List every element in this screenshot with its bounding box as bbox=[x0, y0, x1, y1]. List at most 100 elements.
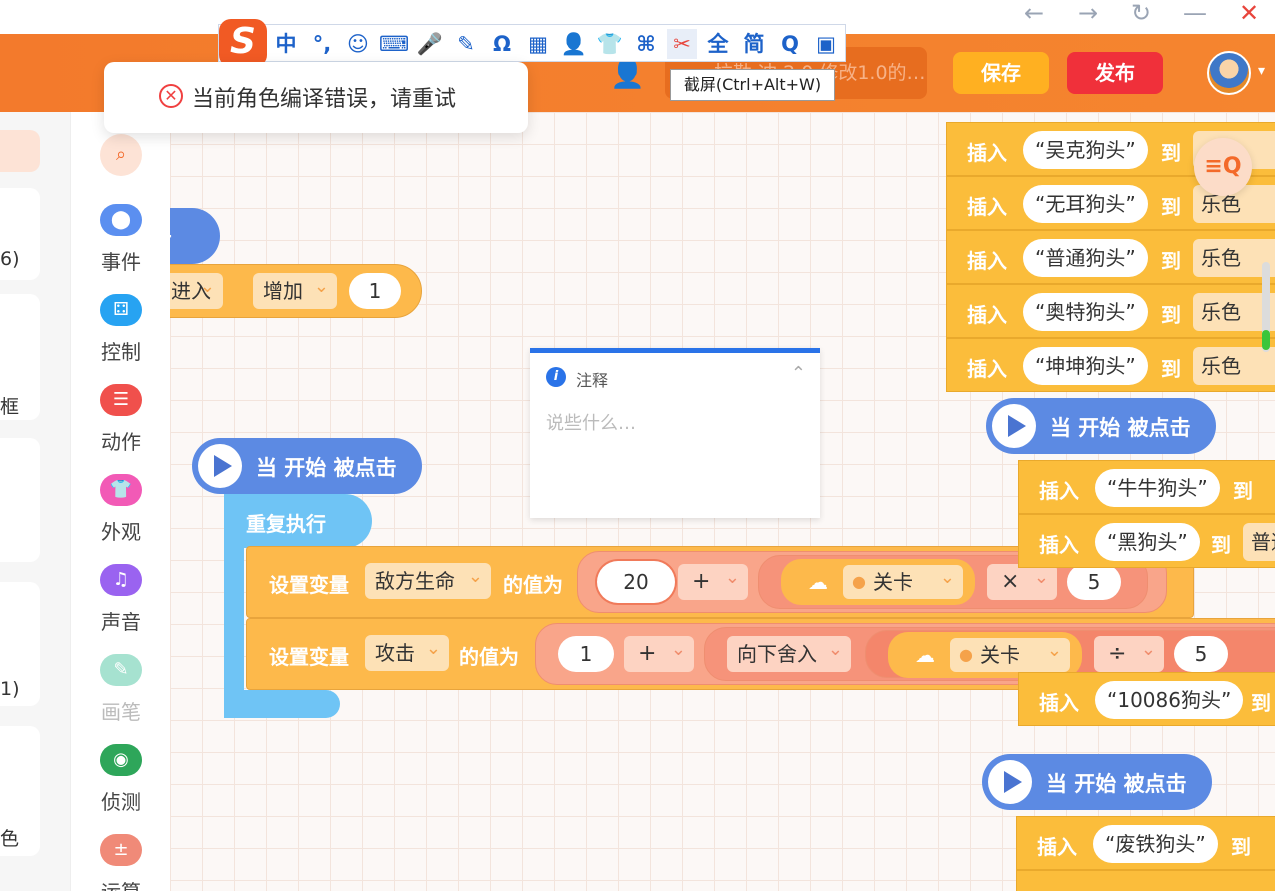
user-icon[interactable]: 👤 bbox=[559, 29, 589, 59]
change-dropdown[interactable]: 增加 bbox=[253, 269, 337, 309]
string-input[interactable]: “牛牛狗头” bbox=[1095, 469, 1220, 507]
insert-label: 插入 bbox=[967, 357, 1007, 381]
repeat-label: 重复执行 bbox=[246, 512, 326, 536]
category-motion[interactable]: ☰ 动作 bbox=[71, 384, 171, 455]
string-input[interactable]: “吴克狗头” bbox=[1023, 131, 1148, 169]
list-dropdown[interactable]: 普通 bbox=[1243, 523, 1275, 561]
number-input[interactable]: 20 bbox=[600, 564, 672, 600]
category-sound[interactable]: ♫ 声音 bbox=[71, 564, 171, 635]
number-input[interactable]: 1 bbox=[349, 273, 401, 309]
action-dropdown[interactable]: 进入 bbox=[170, 269, 223, 309]
event-hat-block[interactable]: 点击 bbox=[170, 208, 220, 264]
string-input[interactable]: “废铁狗头” bbox=[1093, 825, 1218, 863]
category-events[interactable]: ⬤ 事件 bbox=[71, 204, 171, 275]
comment-box[interactable]: i 注释 ⌃ 说些什么… bbox=[530, 348, 820, 518]
sensing-icon: ◉ bbox=[100, 744, 142, 776]
control-icon: ⚃ bbox=[100, 294, 142, 326]
category-label: 运算 bbox=[71, 876, 171, 891]
fullwidth-icon[interactable]: 全 bbox=[703, 29, 733, 59]
when-start-clicked-block[interactable]: 当 开始 被点击 bbox=[982, 754, 1212, 810]
operator-dropdown[interactable]: ÷ bbox=[1094, 632, 1164, 672]
category-pen[interactable]: ✎ 画笔 bbox=[71, 654, 171, 725]
forward-icon[interactable]: → bbox=[1070, 0, 1106, 26]
back-icon[interactable]: ← bbox=[1016, 0, 1052, 26]
insert-block[interactable]: 插入 “坤坤狗头” 到 乐色 bbox=[946, 338, 1275, 392]
more-apps-icon[interactable]: ▣ bbox=[811, 29, 841, 59]
string-input[interactable]: “奥特狗头” bbox=[1023, 293, 1148, 331]
round-dropdown[interactable]: 向下舍入 bbox=[727, 632, 851, 672]
string-input[interactable]: “黑狗头” bbox=[1095, 523, 1200, 561]
when-start-clicked-block[interactable]: 当 开始 被点击 bbox=[192, 438, 422, 494]
operator-dropdown[interactable]: + bbox=[678, 560, 748, 600]
avatar[interactable] bbox=[1207, 51, 1251, 95]
sprite-label: 色 bbox=[0, 828, 20, 850]
publish-button[interactable]: 发布 bbox=[1067, 52, 1163, 94]
insert-block[interactable]: 插入 “普通狗头” 到 乐色 bbox=[946, 230, 1275, 284]
string-input[interactable]: “坤坤狗头” bbox=[1023, 347, 1148, 385]
when-start-clicked-block[interactable]: 当 开始 被点击 bbox=[986, 398, 1216, 454]
cloud-upload-icon: ☁ bbox=[808, 570, 828, 594]
chevron-down-icon[interactable]: ▾ bbox=[1258, 63, 1265, 79]
insert-label: 插入 bbox=[967, 249, 1007, 273]
chinese-mode-icon[interactable]: 中 bbox=[271, 29, 301, 59]
divide-expression[interactable]: ☁ 关卡 ÷ 5 bbox=[865, 630, 1275, 678]
variable-dropdown[interactable]: 敌方生命 bbox=[365, 559, 491, 599]
emoji-icon[interactable]: ☺ bbox=[343, 29, 373, 59]
insert-block[interactable]: 插入 “牛牛狗头” 到 bbox=[1018, 460, 1275, 514]
sprite-card[interactable] bbox=[0, 438, 40, 562]
string-input[interactable]: “10086狗头” bbox=[1095, 681, 1244, 719]
category-operators[interactable]: ± 运算 bbox=[71, 834, 171, 891]
variable-dropdown[interactable]: 攻击 bbox=[365, 631, 449, 671]
chevron-up-icon[interactable]: ⌃ bbox=[791, 363, 806, 384]
close-icon[interactable]: ✕ bbox=[1231, 0, 1267, 26]
number-input[interactable]: 1 bbox=[558, 636, 614, 672]
repeat-footer bbox=[224, 690, 340, 718]
list-dropdown[interactable]: 乐色 bbox=[1193, 347, 1275, 385]
soft-keyboard-icon[interactable]: ▦ bbox=[523, 29, 553, 59]
block-search-icon[interactable]: ≡Q bbox=[1194, 138, 1252, 196]
operator-dropdown[interactable]: + bbox=[624, 632, 694, 672]
action-block[interactable]: 进入 增加 1 bbox=[170, 264, 422, 318]
to-label: 到 bbox=[1161, 195, 1181, 219]
simplified-icon[interactable]: 简 bbox=[739, 29, 769, 59]
save-button[interactable]: 保存 bbox=[953, 52, 1049, 94]
minimize-icon[interactable]: — bbox=[1177, 0, 1213, 26]
code-canvas[interactable]: 点击 进入 增加 1 当 开始 被点击 重复执行 设置变量 敌方生命 的值为 2… bbox=[170, 112, 1275, 891]
number-input[interactable]: 5 bbox=[1174, 636, 1228, 672]
comment-placeholder[interactable]: 说些什么… bbox=[546, 409, 636, 435]
handwriting-icon[interactable]: ✎ bbox=[451, 29, 481, 59]
string-input[interactable]: “普通狗头” bbox=[1023, 239, 1148, 277]
microphone-icon[interactable]: 🎤 bbox=[415, 29, 445, 59]
operator-dropdown[interactable]: × bbox=[987, 560, 1057, 600]
category-control[interactable]: ⚃ 控制 bbox=[71, 294, 171, 365]
to-label: 到 bbox=[1161, 357, 1181, 381]
insert-block[interactable]: 插入 “10086狗头” 到 bbox=[1018, 672, 1275, 726]
search-blocks-button[interactable]: ⌕ bbox=[71, 134, 171, 176]
punctuation-icon[interactable]: °, bbox=[307, 29, 337, 59]
cloud-variable-block[interactable]: ☁ 关卡 bbox=[781, 559, 975, 605]
insert-label: 插入 bbox=[1039, 533, 1079, 557]
sogou-logo-icon[interactable]: S bbox=[219, 19, 267, 67]
category-label: 声音 bbox=[101, 610, 141, 634]
skin-icon[interactable]: 👕 bbox=[595, 29, 625, 59]
string-input[interactable]: “无耳狗头” bbox=[1023, 185, 1148, 223]
special-char-icon[interactable]: Ω bbox=[487, 29, 517, 59]
category-label: 动作 bbox=[101, 430, 141, 454]
screenshot-icon[interactable]: ✂ bbox=[667, 29, 697, 59]
search-icon[interactable]: Q bbox=[775, 29, 805, 59]
level-variable-dropdown[interactable]: 关卡 bbox=[950, 634, 1070, 672]
refresh-icon[interactable]: ↻ bbox=[1123, 0, 1159, 26]
add-collaborator-icon[interactable]: 👤 bbox=[610, 57, 654, 91]
insert-block[interactable] bbox=[1016, 870, 1275, 891]
category-sensing[interactable]: ◉ 侦测 bbox=[71, 744, 171, 815]
insert-block[interactable]: 插入 “黑狗头” 到 普通 bbox=[1018, 514, 1275, 568]
toolbox-icon[interactable]: ⌘ bbox=[631, 29, 661, 59]
sprite-search-bar[interactable] bbox=[0, 130, 40, 172]
repeat-forever-block[interactable]: 重复执行 bbox=[224, 494, 372, 548]
keyboard-icon[interactable]: ⌨ bbox=[379, 29, 409, 59]
number-input[interactable]: 5 bbox=[1067, 564, 1121, 600]
insert-block[interactable]: 插入 “奥特狗头” 到 乐色 bbox=[946, 284, 1275, 338]
insert-block[interactable]: 插入 “废铁狗头” 到 bbox=[1016, 816, 1275, 870]
level-variable-dropdown[interactable]: 关卡 bbox=[843, 561, 963, 599]
category-looks[interactable]: 👕 外观 bbox=[71, 474, 171, 545]
